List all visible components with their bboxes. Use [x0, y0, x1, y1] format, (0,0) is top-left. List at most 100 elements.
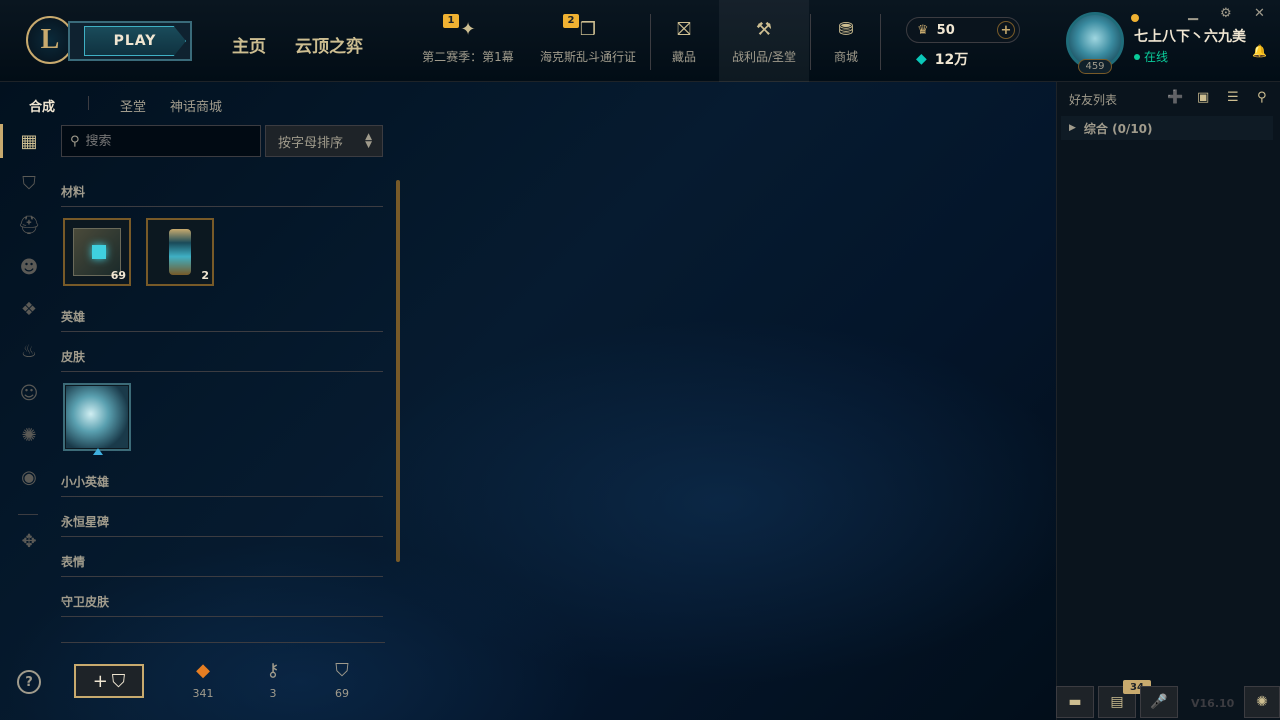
filter-ward-icon[interactable]: ✺ [14, 420, 44, 450]
filter-profile-icon[interactable]: ◉ [14, 462, 44, 492]
material-chest-tile[interactable]: 69 [63, 218, 131, 286]
skin-rarity-triangle-icon [93, 448, 103, 455]
filter-chest-icon[interactable]: ⛉ [14, 168, 44, 198]
play-button-label: PLAY [84, 26, 186, 56]
orange-essence-icon: ◆ [196, 660, 210, 681]
friend-list-title: 好友列表 [1069, 93, 1118, 107]
nav-loot-label: 战利品/圣堂 [731, 49, 797, 64]
filter-little-legend-icon[interactable]: ❖ [14, 294, 44, 324]
search-box[interactable]: ⚲ [61, 125, 261, 157]
bell-icon[interactable]: 🔔 [1252, 44, 1267, 58]
loot-background [0, 82, 1056, 720]
section-little-legends: 小小英雄 [61, 473, 383, 497]
sort-chevron-icon: ▲ ▼ [365, 132, 372, 150]
client-version: V16.10 [1191, 697, 1235, 710]
nav-season[interactable]: 1 ✦ 第二赛季：第1幕 [418, 0, 518, 82]
minimize-icon[interactable]: ▁ [1188, 6, 1198, 21]
craft-key-button[interactable]: + ⛉ [74, 664, 144, 698]
nav-collection[interactable]: ⛝ 藏品 [656, 0, 712, 82]
add-folder-icon[interactable]: ▣ [1197, 90, 1209, 105]
store-coins-icon: ⛃ [838, 19, 854, 40]
rp-icon: ♛ [917, 22, 929, 38]
key-fragment-icon: ⚷ [266, 660, 280, 681]
filter-all-grid-icon[interactable]: ▦ [0, 124, 44, 158]
status-dot-icon [1134, 53, 1140, 60]
nav-collection-label: 藏品 [671, 49, 696, 64]
notification-dot [1131, 14, 1139, 22]
nav-pass[interactable]: 2 ❒ 海克斯乱斗通行证 [536, 0, 640, 82]
tab-craft[interactable]: 合成 [29, 96, 55, 115]
filter-skin-mask-icon[interactable]: ☻ [14, 252, 44, 282]
add-friend-icon[interactable]: ➕ [1167, 90, 1183, 105]
summoner-status[interactable]: 在线 [1134, 48, 1168, 65]
filter-divider [18, 514, 38, 515]
microphone-icon[interactable]: 🎤 [1140, 686, 1178, 718]
search-icon: ⚲ [70, 133, 80, 149]
tab-mythic-shop[interactable]: 神话商城 [170, 96, 222, 115]
section-skins: 皮肤 [61, 348, 383, 372]
section-materials: 材料 [61, 183, 383, 207]
nav-home[interactable]: 主页 [232, 32, 266, 57]
material-lantern-count: 2 [201, 269, 209, 282]
orange-essence-value: 341 [192, 687, 214, 700]
tab-divider [88, 96, 89, 110]
buy-rp-plus-icon[interactable]: + [997, 21, 1015, 39]
chest-craft-icon: ⛉ [111, 670, 126, 692]
filter-flame-icon[interactable]: ♨ [14, 336, 44, 366]
settings-gear-icon[interactable]: ⚙ [1220, 6, 1232, 21]
rp-value: 50 [936, 22, 955, 38]
nav-divider [810, 14, 811, 70]
close-icon[interactable]: ✕ [1254, 6, 1265, 21]
material-lantern-tile[interactable]: 2 [146, 218, 214, 286]
filter-misc-icon[interactable]: ✥ [14, 526, 44, 556]
chevron-right-icon: ▶ [1069, 123, 1076, 133]
league-logo-icon[interactable]: L [26, 16, 74, 64]
section-eternals: 永恒星碑 [61, 513, 383, 537]
plus-icon: + [92, 670, 108, 692]
section-emotes: 表情 [61, 553, 383, 577]
collection-bag-icon: ⛝ [677, 19, 691, 40]
pass-badge: 2 [563, 13, 579, 28]
search-input[interactable] [85, 133, 246, 149]
blue-essence-icon: ◆ [916, 51, 927, 67]
skin-shard-tile[interactable] [63, 383, 131, 455]
orange-essence-counter: ◆ 341 [183, 660, 223, 700]
filter-emote-icon[interactable]: ☺ [14, 378, 44, 408]
nav-loot[interactable]: ⚒ 战利品/圣堂 [719, 0, 809, 82]
nav-store-label: 商城 [833, 49, 858, 64]
key-fragment-counter: ⚷ 3 [253, 660, 293, 700]
be-value: 12万 [934, 52, 969, 68]
nav-divider [880, 14, 881, 70]
season-icon: 1 ✦ [443, 13, 481, 42]
status-label: 在线 [1144, 50, 1169, 64]
filter-champion-helmet-icon[interactable]: ⛑ [14, 210, 44, 240]
section-champions: 英雄 [61, 308, 383, 332]
nav-store[interactable]: ⛃ 商城 [818, 0, 874, 82]
season-badge: 1 [443, 13, 459, 28]
sort-label: 按字母排序 [278, 135, 344, 151]
bottom-divider [61, 642, 385, 643]
help-icon[interactable]: ? [17, 670, 41, 694]
material-chest-count: 69 [110, 269, 126, 282]
top-navigation-bar: L PLAY 主页 云顶之弈 1 ✦ 第二赛季：第1幕 2 ❒ 海克斯乱斗通行证 ⛝… [0, 0, 1280, 82]
lantern-icon [169, 229, 191, 275]
loot-scrollbar[interactable] [396, 180, 400, 562]
pass-icon: 2 ❒ [563, 13, 601, 42]
chest-value: 69 [335, 687, 349, 700]
chest-counter: ⛉ 69 [322, 660, 362, 700]
rp-balance: ♛ 50 + [906, 17, 1020, 43]
search-friends-icon[interactable]: ⚲ [1257, 90, 1267, 105]
summoner-level: 459 [1078, 59, 1112, 74]
list-view-icon[interactable]: ☰ [1227, 90, 1239, 105]
chest-icon: ⛉ [335, 660, 349, 681]
tab-sanctum[interactable]: 圣堂 [120, 96, 146, 115]
chat-icon[interactable]: ▬ [1056, 686, 1094, 718]
sort-dropdown[interactable]: 按字母排序 ▲ ▼ [265, 125, 383, 157]
bug-report-icon[interactable]: ✺ [1244, 686, 1280, 718]
play-button[interactable]: PLAY [68, 21, 192, 61]
friend-group-label: 综合 (0/10) [1083, 121, 1153, 136]
nav-pass-label: 海克斯乱斗通行证 [539, 49, 636, 64]
friend-group-general[interactable]: ▶ 综合 (0/10) [1061, 116, 1273, 140]
section-ward-skins: 守卫皮肤 [61, 593, 383, 617]
nav-tft[interactable]: 云顶之弈 [295, 32, 363, 57]
